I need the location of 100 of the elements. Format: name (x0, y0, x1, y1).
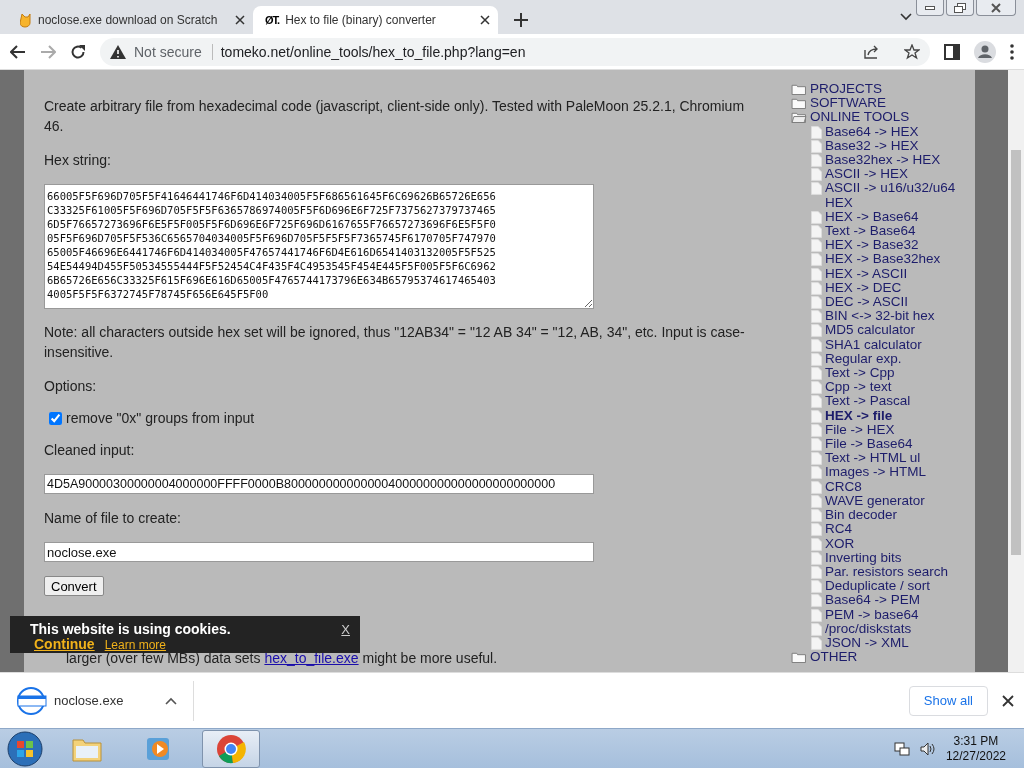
new-tab-icon[interactable] (514, 13, 528, 27)
folder-link[interactable]: SOFTWARE (810, 96, 887, 111)
page-icon (811, 636, 823, 650)
page-icon (811, 395, 823, 409)
page-icon (811, 225, 823, 239)
page-icon (811, 367, 823, 381)
page-icon (811, 551, 823, 565)
download-file-icon (14, 685, 50, 716)
start-button[interactable] (6, 729, 44, 768)
cookie-close[interactable]: X (341, 622, 350, 637)
tool-link[interactable]: Regular exp. (825, 351, 902, 367)
page-icon (811, 253, 823, 267)
folder-link[interactable]: ONLINE TOOLS (810, 110, 910, 125)
tool-link[interactable]: File -> Base64 (825, 437, 913, 452)
continue-link[interactable]: Continue (34, 637, 95, 652)
tool-link[interactable]: MD5 calculator (825, 323, 916, 338)
tool-link[interactable]: Base32hex -> HEX (825, 153, 941, 168)
page-icon (811, 565, 823, 579)
tab-title: noclose.exe download on Scratch (38, 13, 219, 27)
tool-link[interactable]: Text -> HTML ul (825, 451, 921, 466)
chevron-icon[interactable] (900, 13, 912, 21)
file-name-label: Name of file to create: (44, 509, 182, 528)
chrome-icon[interactable] (216, 733, 246, 764)
download-link[interactable]: hex_to_file.exe (264, 650, 359, 666)
clock-date: 12/27/2022 (945, 748, 1006, 764)
tool-link[interactable]: Cpp -> text (825, 380, 892, 395)
reload-icon[interactable] (70, 43, 86, 60)
tool-link[interactable]: SHA1 calculator (825, 337, 922, 352)
caret-icon[interactable] (165, 696, 177, 705)
tool-link[interactable]: Bin decoder (825, 508, 898, 523)
show-all-button[interactable]: Show all (908, 685, 988, 716)
page-icon (811, 452, 823, 466)
tool-link[interactable]: XOR (825, 536, 855, 551)
network-icon[interactable] (893, 740, 910, 757)
close-button[interactable] (976, 0, 1016, 16)
tool-link[interactable]: HEX -> Base32 (825, 238, 919, 253)
close-icon (991, 2, 1001, 13)
close-icon[interactable] (1002, 694, 1014, 707)
tool-link[interactable]: RC4 (825, 522, 853, 537)
tool-link[interactable]: ASCII -> HEX (825, 167, 908, 182)
folder-link[interactable]: PROJECTS (810, 82, 883, 97)
tool-link[interactable]: Base64 -> HEX (825, 124, 919, 139)
tool-link[interactable]: DEC -> ASCII (825, 295, 908, 310)
tool-link[interactable]: Text -> Cpp (825, 366, 895, 381)
tool-link[interactable]: BIN <-> 32-bit hex (825, 309, 935, 324)
page-icon (811, 594, 823, 608)
tool-link[interactable]: Text -> Pascal (825, 394, 911, 409)
tool-link[interactable]: Base32 -> HEX (825, 138, 919, 153)
menu-icon[interactable] (1010, 43, 1014, 60)
folder-link[interactable]: OTHER (810, 650, 858, 665)
file-name-field[interactable]: noclose.exe (44, 542, 594, 562)
tool-link[interactable]: File -> HEX (825, 422, 895, 438)
address-bar[interactable]: Not secure tomeko.net/online_tools/hex_to_file.php?lang=en (100, 37, 930, 66)
browser-tab[interactable]: ØT. Hex to file (binary) converter (253, 6, 498, 34)
share-icon[interactable] (864, 44, 880, 59)
tool-link[interactable]: HEX -> file (825, 408, 893, 423)
clock[interactable]: 3:31 PM 12/27/2022 (945, 733, 1006, 764)
tool-link[interactable]: Inverting bits (825, 550, 902, 565)
tool-link[interactable]: HEX -> Base32hex (825, 252, 941, 267)
back-icon[interactable] (10, 44, 26, 59)
tool-link[interactable]: Deduplicate / sort (825, 579, 931, 594)
tool-link[interactable]: HEX -> Base64 (825, 209, 919, 225)
tool-link[interactable]: JSON -> XML (825, 635, 909, 651)
convert-button[interactable]: Convert (44, 576, 104, 596)
side-panel-icon[interactable] (944, 43, 960, 60)
page-icon (811, 281, 823, 295)
option-checkbox[interactable] (49, 411, 62, 425)
page-icon (811, 267, 823, 281)
close-icon[interactable] (235, 15, 245, 25)
tool-link[interactable]: Images -> HTML (825, 465, 926, 480)
page-icon (811, 580, 823, 594)
star-icon[interactable] (904, 43, 920, 60)
tool-link[interactable]: HEX -> ASCII (825, 266, 908, 281)
tool-link[interactable]: PEM -> base64 (825, 607, 919, 622)
volume-icon[interactable] (919, 740, 936, 757)
tool-link[interactable]: HEX -> DEC (825, 280, 902, 296)
scrollbar[interactable] (1008, 70, 1024, 672)
clock-time: 3:31 PM (953, 733, 999, 749)
tool-link[interactable]: CRC8 (825, 479, 862, 494)
tool-link[interactable]: ASCII -> u16/u32/u64 HEX (825, 181, 975, 210)
page-icon (811, 310, 823, 324)
page-icon (811, 494, 823, 508)
page-icon (811, 381, 823, 395)
cleaned-input-field[interactable]: 4D5A90000300000004000000FFFF0000B800000000000000400000000000000000000000 (44, 474, 594, 494)
tool-link[interactable]: WAVE generator (825, 493, 925, 509)
close-icon[interactable] (480, 15, 490, 25)
restore-button[interactable] (946, 0, 974, 16)
tool-link[interactable]: Par. resistors search (825, 564, 949, 580)
tool-link[interactable]: Text -> Base64 (825, 224, 916, 239)
minimize-button[interactable] (916, 0, 944, 16)
page-icon (811, 523, 823, 537)
scroll-thumb[interactable] (1011, 150, 1021, 555)
options-label: Options: (44, 377, 98, 396)
hex-string-field[interactable]: 66005F5F696D705F5F41646441746F6D414034005F5F686561645F6C69626B65726E656 C33325F61005F5F696D705F5F5F6365786974005F5F6D696E6F725F7375627379737465 6D5F76657273696F6E5F5F005F5F6D696E6F725F696D6167655F76657273696F6E5F5F0 05F5F696D705F5F536C6565704034005F5F696D705F5F5F5F7365745F6170705F747970 65005F46696E6441746F6D414034005F47657441746F6D4E616D6541403132005F5F525 54E54494D455F50534555444F5F52454C4F435F4C4953545F454E445F5F005F5F6C6962 6B65726E656C33325F615F696E616D65005F4765744173796E634B65795374617465403 4005F5F5F6372745F78745F656E645F5F00 (44, 184, 594, 309)
browser-tab[interactable]: noclose.exe download on Scratch (8, 6, 253, 34)
download-item[interactable]: noclose.exe (14, 680, 194, 721)
profile-icon[interactable] (974, 40, 996, 63)
tool-link[interactable]: Base64 -> PEM (825, 593, 920, 608)
page-icon (811, 352, 823, 366)
tool-link[interactable]: /proc/diskstats (825, 621, 912, 636)
